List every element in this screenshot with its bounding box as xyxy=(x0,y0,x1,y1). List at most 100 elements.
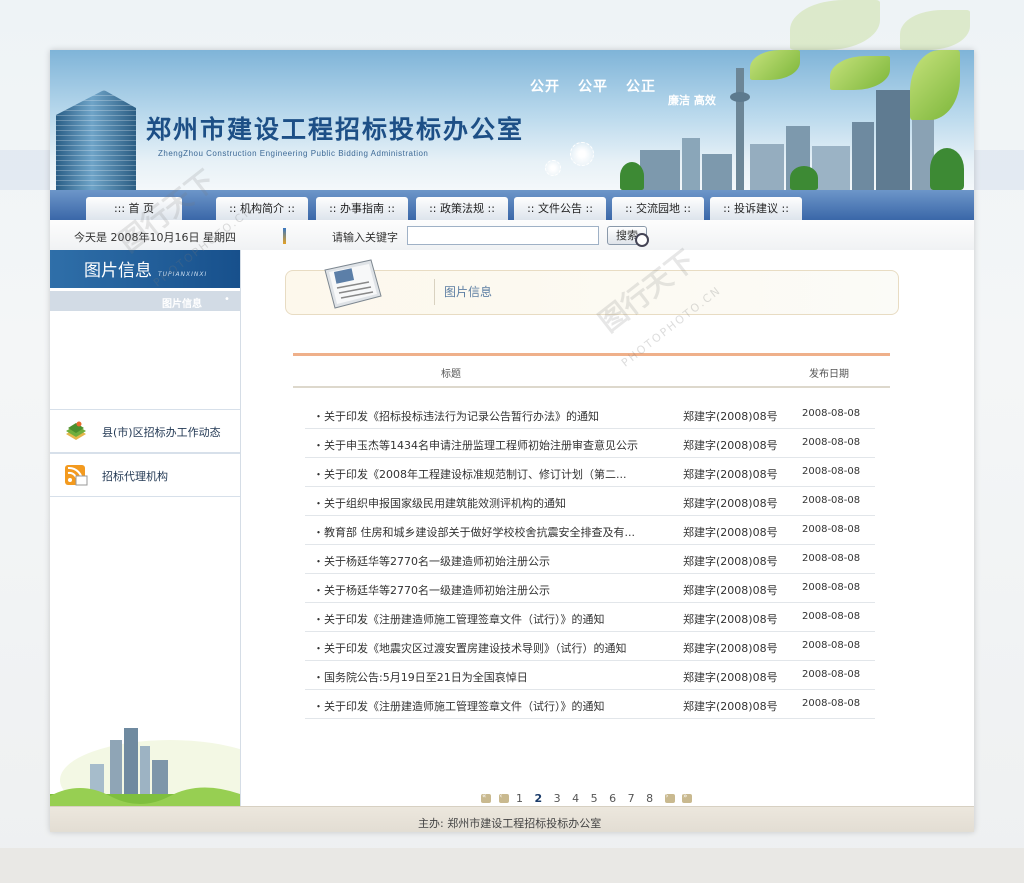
city-building xyxy=(702,154,732,190)
city-building xyxy=(640,150,680,190)
list-item[interactable]: ・关于申玉杰等1434名申请注册监理工程师初始注册审查意见公示 郑建字(2008)… xyxy=(305,429,875,458)
next-page-icon[interactable]: › xyxy=(664,792,675,803)
page-link[interactable]: 4 xyxy=(572,792,579,805)
slogan: 公开 公平 公正 xyxy=(530,76,674,96)
item-number: 郑建字(2008)08号 xyxy=(683,555,778,568)
list-item[interactable]: ・关于印发《注册建造师施工管理签章文件（试行）》的通知 郑建字(2008)08号 2… xyxy=(305,603,875,632)
item-number: 郑建字(2008)08号 xyxy=(683,613,778,626)
list-item[interactable]: ・关于印发《2008年工程建设标准规范制订、修订计划（第二... 郑建字(2008… xyxy=(305,458,875,487)
item-date: 2008-08-08 xyxy=(802,582,861,593)
leaf-decoration xyxy=(750,50,800,80)
nav-complaints[interactable]: :: 投诉建议 :: xyxy=(710,197,802,220)
item-number: 郑建字(2008)08号 xyxy=(683,584,778,597)
nav-policy[interactable]: :: 政策法规 :: xyxy=(416,197,508,220)
tree-decoration xyxy=(930,148,964,190)
sidebar: 图片信息 TUPIANXINXI 图片信息 • 县(市)区招标办工作动态 招标代… xyxy=(50,250,241,806)
page-link-current[interactable]: 2 xyxy=(535,792,543,805)
item-title[interactable]: ・关于组织申报国家级民用建筑能效测评机构的通知 xyxy=(313,495,671,511)
section-title: 图片信息 xyxy=(444,285,493,299)
list-item[interactable]: ・关于组织申报国家级民用建筑能效测评机构的通知 郑建字(2008)08号 2008-… xyxy=(305,487,875,516)
item-title[interactable]: ・关于印发《地震灾区过渡安置房建设技术导则》（试行）的通知 xyxy=(313,640,671,656)
main-nav: ::: 首 页 :: 机构简介 :: :: 办事指南 :: :: 政策法规 ::… xyxy=(50,190,974,220)
item-date: 2008-08-08 xyxy=(802,437,861,448)
item-title[interactable]: ・关于印发《注册建造师施工管理签章文件（试行）》的通知 xyxy=(313,698,671,714)
page-link[interactable]: 3 xyxy=(554,792,561,805)
page-link[interactable]: 5 xyxy=(591,792,598,805)
slogan-item: 公平 xyxy=(578,79,608,95)
sidebar-item-agencies[interactable]: 招标代理机构 xyxy=(50,453,240,497)
city-building xyxy=(750,144,784,190)
sidebar-item-county-news[interactable]: 县(市)区招标办工作动态 xyxy=(50,409,240,453)
item-title[interactable]: ・关于印发《注册建造师施工管理签章文件（试行）》的通知 xyxy=(313,611,671,627)
divider xyxy=(434,279,435,305)
dandelion-decoration xyxy=(545,160,561,176)
page-frame: 郑州市建设工程招标投标办公室 ZhengZhou Construction En… xyxy=(50,50,974,832)
prev-page-icon[interactable]: ‹ xyxy=(498,792,509,803)
nav-notices[interactable]: :: 文件公告 :: xyxy=(514,197,606,220)
current-date: 今天是 2008年10月16日 星期四 xyxy=(74,231,236,244)
list-item[interactable]: ・关于印发《注册建造师施工管理签章文件（试行）》的通知 郑建字(2008)08号 2… xyxy=(305,690,875,719)
list-item[interactable]: ・教育部 住房和城乡建设部关于做好学校校舍抗震安全排查及有... 郑建字(2008… xyxy=(305,516,875,545)
footer-host: 主办: 郑州市建设工程招标投标办公室 xyxy=(418,817,602,830)
item-title[interactable]: ・关于杨廷华等2770名一级建造师初始注册公示 xyxy=(313,582,671,598)
list-item[interactable]: ・国务院公告:5月19日至21日为全国哀悼日 郑建字(2008)08号 2008-0… xyxy=(305,661,875,690)
item-date: 2008-08-08 xyxy=(802,698,861,709)
bullet-icon: • xyxy=(224,294,230,305)
item-date: 2008-08-08 xyxy=(802,611,861,622)
notice-list: ・关于印发《招标投标违法行为记录公告暂行办法》的通知 郑建字(2008)08号 20… xyxy=(305,400,875,719)
list-item[interactable]: ・关于杨廷华等2770名一级建造师初始注册公示 郑建字(2008)08号 2008-… xyxy=(305,545,875,574)
tree-decoration xyxy=(790,166,818,190)
tree-decoration xyxy=(620,162,644,190)
page-link[interactable]: 7 xyxy=(628,792,635,805)
tv-tower-pod xyxy=(730,92,750,102)
site-subtitle: ZhengZhou Construction Engineering Publi… xyxy=(158,149,429,158)
pagination: « ‹ 1 2 3 4 5 6 7 8 › » xyxy=(481,791,696,805)
table-header: 标题 发布日期 xyxy=(293,353,890,388)
rss-feed-icon xyxy=(65,465,88,486)
keyword-label: 请输入关键字 xyxy=(332,231,398,244)
item-date: 2008-08-08 xyxy=(802,553,861,564)
nav-guide[interactable]: :: 办事指南 :: xyxy=(316,197,408,220)
item-title[interactable]: ・教育部 住房和城乡建设部关于做好学校校舍抗震安全排查及有... xyxy=(313,524,671,540)
page-link[interactable]: 1 xyxy=(516,792,523,805)
item-title[interactable]: ・关于申玉杰等1434名申请注册监理工程师初始注册审查意见公示 xyxy=(313,437,671,453)
sidebar-item-label: 县(市)区招标办工作动态 xyxy=(102,426,221,439)
item-number: 郑建字(2008)08号 xyxy=(683,468,778,481)
nav-home[interactable]: ::: 首 页 xyxy=(86,197,182,220)
item-date: 2008-08-08 xyxy=(802,669,861,680)
main-content: 图片信息 标题 发布日期 ・关于印发《招标投标违法行为记录公告暂行办法》的通知郑… xyxy=(241,250,974,806)
page-link[interactable]: 8 xyxy=(646,792,653,805)
search-input[interactable] xyxy=(407,226,599,245)
newspaper-icon xyxy=(324,259,382,309)
list-item[interactable]: ・关于杨廷华等2770名一级建造师初始注册公示 郑建字(2008)08号 2008-… xyxy=(305,574,875,603)
item-date: 2008-08-08 xyxy=(802,408,861,419)
item-title[interactable]: ・关于杨廷华等2770名一级建造师初始注册公示 xyxy=(313,553,671,569)
list-item[interactable]: ・关于印发《地震灾区过渡安置房建设技术导则》（试行）的通知 郑建字(2008)08… xyxy=(305,632,875,661)
sidebar-header: 图片信息 TUPIANXINXI xyxy=(50,250,240,288)
item-number: 郑建字(2008)08号 xyxy=(683,439,778,452)
column-header-date: 发布日期 xyxy=(809,369,849,380)
last-page-icon[interactable]: » xyxy=(682,792,693,803)
city-building xyxy=(682,138,700,190)
nav-about[interactable]: :: 机构简介 :: xyxy=(216,197,308,220)
leaf-decoration xyxy=(900,10,970,50)
city-building xyxy=(876,90,910,190)
item-title[interactable]: ・国务院公告:5月19日至21日为全国哀悼日 xyxy=(313,669,671,685)
dandelion-decoration xyxy=(570,142,594,166)
first-page-icon[interactable]: « xyxy=(481,792,491,803)
item-title[interactable]: ・关于印发《招标投标违法行为记录公告暂行办法》的通知 xyxy=(313,408,671,424)
item-number: 郑建字(2008)08号 xyxy=(683,700,778,713)
item-title[interactable]: ・关于印发《2008年工程建设标准规范制订、修订计划（第二... xyxy=(313,466,671,482)
list-item[interactable]: ・关于印发《招标投标违法行为记录公告暂行办法》的通知 郑建字(2008)08号 20… xyxy=(305,400,875,429)
slogan-item: 公正 xyxy=(626,79,656,95)
sidebar-sub-label: 图片信息 xyxy=(162,299,202,310)
city-scenery-illustration xyxy=(50,728,240,806)
leaf-decoration xyxy=(790,0,880,50)
sidebar-subheader[interactable]: 图片信息 • xyxy=(50,291,240,311)
nav-forum[interactable]: :: 交流园地 :: xyxy=(612,197,704,220)
tv-tower xyxy=(736,68,744,190)
item-number: 郑建字(2008)08号 xyxy=(683,410,778,423)
leaf-decoration xyxy=(830,56,890,90)
magnifier-icon xyxy=(635,233,649,247)
page-link[interactable]: 6 xyxy=(609,792,616,805)
